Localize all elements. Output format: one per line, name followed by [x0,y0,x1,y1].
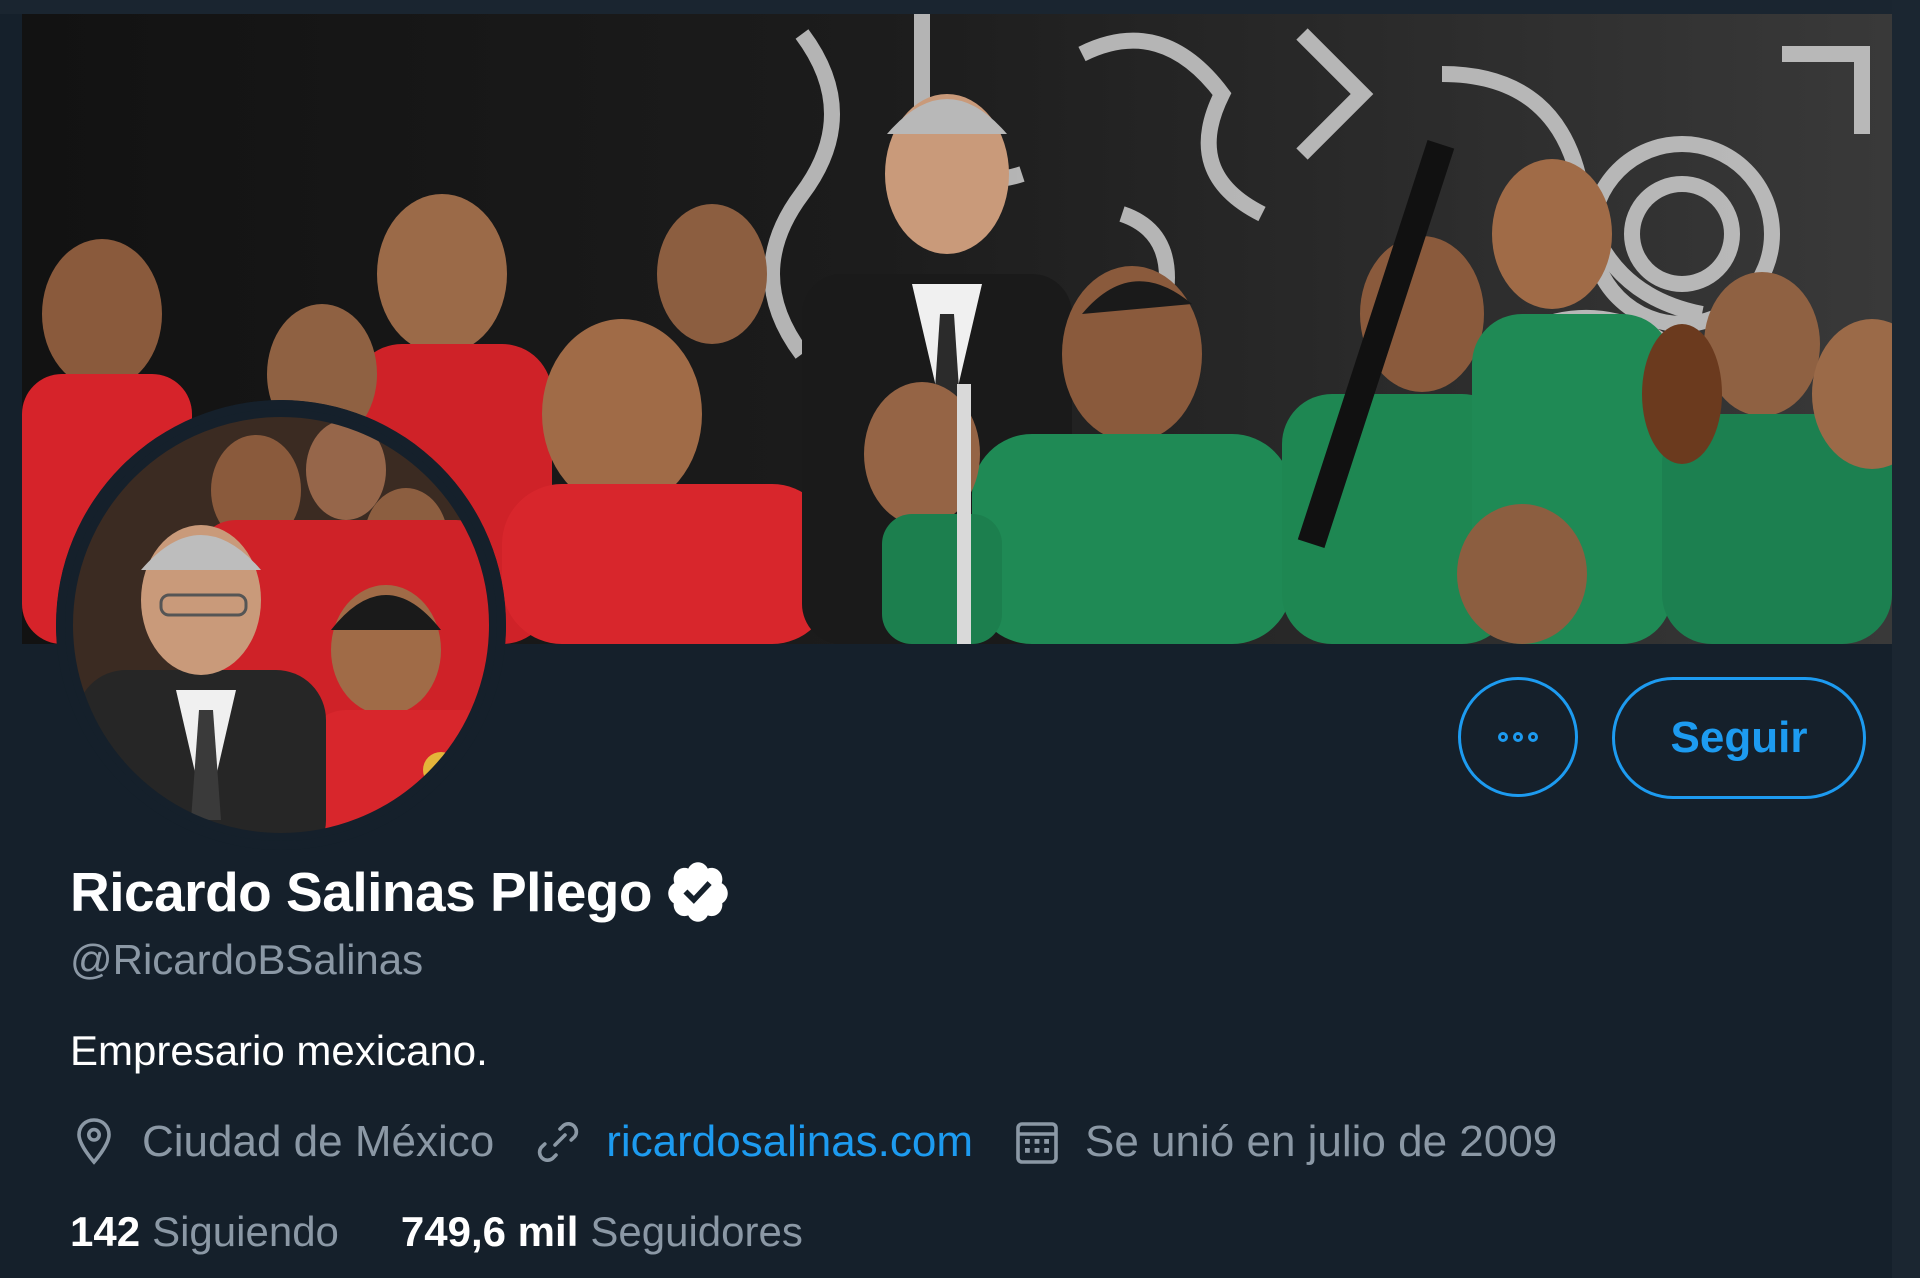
display-name-row: Ricardo Salinas Pliego [70,858,732,926]
link-icon [538,1122,579,1162]
followers-label: Seguidores [590,1208,803,1255]
top-border [0,0,1920,14]
profile-stats-row: 142 Siguiendo 749,6 mil Seguidores [70,1208,865,1256]
joined-text: Se unió en julio de 2009 [1085,1117,1558,1166]
dot [1498,732,1508,742]
website-item: ricardosalinas.com [534,1116,973,1168]
dot [1528,732,1538,742]
profile-avatar[interactable] [56,400,506,850]
following-label: Siguiendo [152,1208,339,1255]
more-options-icon [1498,732,1538,742]
following-link[interactable]: 142 Siguiendo [70,1208,339,1256]
profile-handle: @RicardoBSalinas [70,936,424,983]
display-name: Ricardo Salinas Pliego [70,861,652,923]
location-pin-icon [77,1118,111,1165]
followers-count: 749,6 mil [400,1208,579,1255]
followers-link[interactable]: 749,6 mil Seguidores [401,1208,803,1256]
location-item: Ciudad de México [70,1116,494,1168]
profile-page: Seguir Ricardo Salinas Pliego @RicardoBS… [0,0,1920,1278]
scrollbar-track[interactable] [1892,0,1920,1278]
following-count: 142 [70,1208,141,1255]
profile-meta-row: Ciudad de México ricardosalinas.com Se u… [70,1116,1597,1168]
profile-bio: Empresario mexicano. [70,1027,488,1074]
location-text: Ciudad de México [142,1117,495,1166]
follow-button[interactable]: Seguir [1612,677,1866,799]
calendar-icon [1016,1122,1058,1164]
dot [1513,732,1523,742]
joined-item: Se unió en julio de 2009 [1013,1116,1557,1168]
more-options-button[interactable] [1458,677,1578,797]
verified-badge-icon [668,862,728,922]
website-link[interactable]: ricardosalinas.com [606,1117,973,1167]
